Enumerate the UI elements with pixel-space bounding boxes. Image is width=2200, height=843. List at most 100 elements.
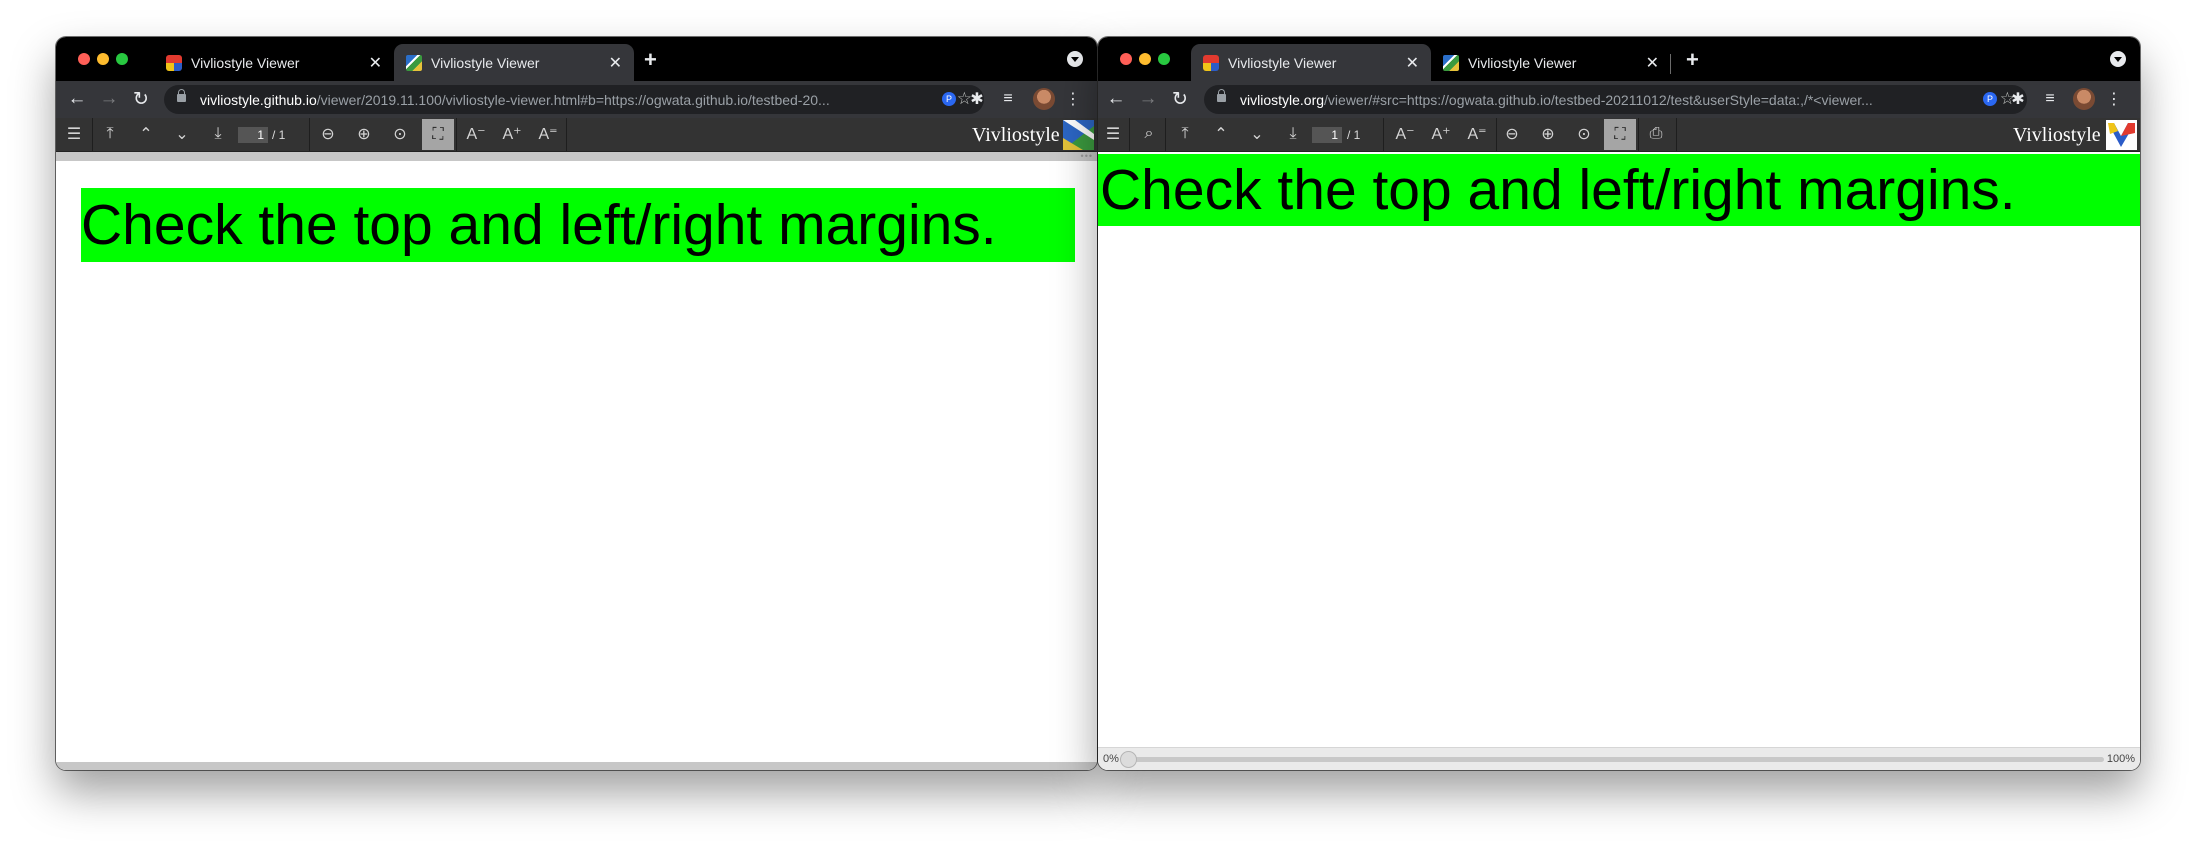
search-icon[interactable]: ⌕ xyxy=(1137,123,1161,145)
zoom-in-icon[interactable]: ⊕ xyxy=(1536,123,1560,145)
progress-slider[interactable]: 0% 100% xyxy=(1098,747,2140,770)
toolbar-divider xyxy=(1165,118,1166,151)
kebab-menu-icon[interactable]: ⋮ xyxy=(2105,88,2123,110)
page-number-input[interactable]: 1 xyxy=(1312,127,1342,143)
title-bar: Vivliostyle Viewer ✕ Vivliostyle Viewer … xyxy=(1098,37,2140,81)
fit-to-screen-icon[interactable]: ⛶ xyxy=(1604,119,1636,150)
vivliostyle-toolbar: ☰ ⤒ ⌃ ⌄ ⤓ 1 / 1 ⊖ ⊕ ⊙ ⛶ A⁻ A⁺ A⁼ Vivlios… xyxy=(56,118,1097,152)
tab-title: Vivliostyle Viewer xyxy=(1468,54,1577,71)
tab-divider xyxy=(1670,54,1671,74)
font-size-decrease-icon[interactable]: A⁻ xyxy=(462,123,490,145)
url-text: vivliostyle.org/viewer/#src=https://ogwa… xyxy=(1240,92,1873,108)
font-size-decrease-icon[interactable]: A⁻ xyxy=(1391,123,1419,145)
profile-avatar[interactable] xyxy=(2073,88,2095,110)
vivliostyle-logo-icon xyxy=(2106,120,2137,150)
toolbar-divider xyxy=(92,118,93,151)
tab-vivliostyle-viewer-1[interactable]: Vivliostyle Viewer ✕ xyxy=(1191,44,1431,81)
forward-arrow-icon[interactable]: → xyxy=(97,87,121,111)
fullscreen-window-button[interactable] xyxy=(116,53,128,65)
tab-vivliostyle-viewer-2[interactable]: Vivliostyle Viewer ✕ xyxy=(394,44,634,81)
minimize-window-button[interactable] xyxy=(97,53,109,65)
next-page-icon[interactable]: ⌄ xyxy=(1245,123,1269,145)
new-tab-button[interactable]: + xyxy=(644,47,657,73)
tab-search-icon[interactable] xyxy=(2110,51,2126,67)
reload-icon[interactable]: ↻ xyxy=(1168,87,1192,111)
document-heading: Check the top and left/right margins. xyxy=(81,188,1075,262)
fullscreen-window-button[interactable] xyxy=(1158,53,1170,65)
zoom-in-icon[interactable]: ⊕ xyxy=(352,123,376,145)
toolbar-divider xyxy=(1676,118,1677,151)
reading-list-icon[interactable]: ≡ xyxy=(2039,88,2061,110)
last-page-icon[interactable]: ⤓ xyxy=(1281,123,1305,145)
close-tab-icon[interactable]: ✕ xyxy=(1646,53,1659,73)
toc-icon[interactable]: ☰ xyxy=(62,123,86,145)
lock-icon xyxy=(1217,89,1226,102)
toolbar-divider xyxy=(309,118,310,151)
progress-track[interactable] xyxy=(1122,757,2104,762)
address-bar[interactable]: vivliostyle.org/viewer/#src=https://ogwa… xyxy=(1204,85,2027,114)
toolbar-divider xyxy=(566,118,567,151)
progress-start-label: 0% xyxy=(1103,753,1119,765)
kebab-menu-icon[interactable]: ⋮ xyxy=(1064,88,1082,110)
password-manager-icon[interactable]: P xyxy=(1983,92,1997,106)
address-bar[interactable]: vivliostyle.github.io/viewer/2019.11.100… xyxy=(164,85,984,114)
url-host: vivliostyle.github.io xyxy=(200,91,317,108)
progress-knob[interactable] xyxy=(1120,751,1137,768)
font-size-increase-icon[interactable]: A⁺ xyxy=(1427,123,1455,145)
browser-window-left: Vivliostyle Viewer ✕ Vivliostyle Viewer … xyxy=(56,37,1097,770)
toc-icon[interactable]: ☰ xyxy=(1101,123,1125,145)
puzzle-icon[interactable]: ✱ xyxy=(966,88,988,110)
url-text: vivliostyle.github.io/viewer/2019.11.100… xyxy=(200,92,830,108)
vivliostyle-brand: Vivliostyle xyxy=(972,124,1060,146)
back-arrow-icon[interactable]: ← xyxy=(65,87,89,111)
puzzle-icon[interactable]: ✱ xyxy=(2007,88,2029,110)
first-page-icon[interactable]: ⤒ xyxy=(1173,123,1197,145)
toolbar-divider xyxy=(1129,118,1130,151)
document-heading: Check the top and left/right margins. xyxy=(1098,154,2140,226)
document-viewport: ••• Check the top and left/right margins… xyxy=(56,151,1097,770)
font-size-default-icon[interactable]: A⁼ xyxy=(1463,123,1491,145)
minimize-window-button[interactable] xyxy=(1139,53,1151,65)
tab-title: Vivliostyle Viewer xyxy=(1228,54,1337,71)
new-tab-button[interactable]: + xyxy=(1686,47,1699,73)
fit-to-screen-icon[interactable]: ⛶ xyxy=(422,119,454,150)
tab-vivliostyle-viewer-2[interactable]: Vivliostyle Viewer ✕ xyxy=(1431,44,1671,81)
zoom-out-icon[interactable]: ⊖ xyxy=(1500,123,1524,145)
previous-page-icon[interactable]: ⌃ xyxy=(134,123,158,145)
profile-avatar[interactable] xyxy=(1033,88,1055,110)
page-number-input[interactable]: 1 xyxy=(238,127,268,143)
resize-handle-icon[interactable]: ••• xyxy=(1081,151,1093,161)
browser-window-right: Vivliostyle Viewer ✕ Vivliostyle Viewer … xyxy=(1098,37,2140,770)
zoom-out-icon[interactable]: ⊖ xyxy=(316,123,340,145)
browser-toolbar: ← → ↻ vivliostyle.org/viewer/#src=https:… xyxy=(1098,81,2140,118)
next-page-icon[interactable]: ⌄ xyxy=(170,123,194,145)
tab-vivliostyle-viewer-1[interactable]: Vivliostyle Viewer ✕ xyxy=(154,44,394,81)
close-window-button[interactable] xyxy=(78,53,90,65)
vivliostyle-favicon-icon xyxy=(1203,54,1219,71)
first-page-icon[interactable]: ⤒ xyxy=(98,123,122,145)
close-tab-icon[interactable]: ✕ xyxy=(609,53,622,73)
url-host: vivliostyle.org xyxy=(1240,91,1325,108)
map-favicon-icon xyxy=(406,54,422,71)
font-size-increase-icon[interactable]: A⁺ xyxy=(498,123,526,145)
previous-page-icon[interactable]: ⌃ xyxy=(1209,123,1233,145)
close-tab-icon[interactable]: ✕ xyxy=(1406,53,1419,73)
vivliostyle-favicon-icon xyxy=(166,54,182,71)
document-heading-text: Check the top and left/right margins. xyxy=(81,193,997,257)
forward-arrow-icon[interactable]: → xyxy=(1136,87,1160,111)
last-page-icon[interactable]: ⤓ xyxy=(206,123,230,145)
progress-end-label: 100% xyxy=(2106,753,2135,765)
back-arrow-icon[interactable]: ← xyxy=(1104,87,1128,111)
password-manager-icon[interactable]: P xyxy=(942,92,956,106)
zoom-actual-size-icon[interactable]: ⊙ xyxy=(388,123,412,145)
reading-list-icon[interactable]: ≡ xyxy=(997,88,1019,110)
zoom-actual-size-icon[interactable]: ⊙ xyxy=(1572,123,1596,145)
close-tab-icon[interactable]: ✕ xyxy=(369,53,382,73)
print-icon[interactable]: ⎙ xyxy=(1644,123,1668,145)
document-viewport: ••• Check the top and left/right margins… xyxy=(1098,151,2140,770)
font-size-default-icon[interactable]: A⁼ xyxy=(534,123,562,145)
reload-icon[interactable]: ↻ xyxy=(129,87,153,111)
url-path: /viewer/2019.11.100/vivliostyle-viewer.h… xyxy=(316,91,830,108)
tab-search-icon[interactable] xyxy=(1067,51,1083,67)
close-window-button[interactable] xyxy=(1120,53,1132,65)
